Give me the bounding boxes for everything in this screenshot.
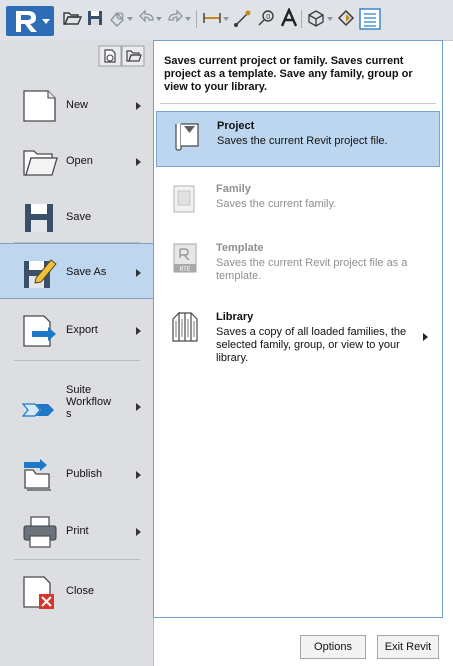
suite-workflows-label: Suite Workflow s	[66, 384, 112, 420]
new-submenu-arrow-icon	[136, 102, 141, 110]
template-title: Template	[216, 242, 264, 254]
publish-command[interactable]: Publish	[0, 446, 153, 502]
save-command[interactable]: Save	[0, 189, 153, 245]
save-as-submenu-arrow-icon	[136, 269, 141, 277]
export-label: Export	[66, 324, 98, 336]
default-3d-view-icon[interactable]	[306, 8, 334, 30]
exit-revit-button[interactable]: Exit Revit	[377, 635, 439, 659]
open-submenu-arrow-icon	[136, 158, 141, 166]
export-command[interactable]: Export	[0, 302, 153, 358]
library-description: Saves a copy of all loaded families, the…	[216, 326, 407, 364]
open-label: Open	[66, 155, 93, 167]
project-description: Saves the current Revit project file.	[217, 135, 388, 147]
measure-icon[interactable]	[202, 8, 230, 30]
library-icon	[171, 311, 199, 343]
save-as-project-option[interactable]: Project Saves the current Revit project …	[156, 111, 440, 167]
family-title: Family	[216, 183, 251, 195]
family-icon	[171, 183, 199, 215]
export-submenu-arrow-icon	[136, 327, 141, 335]
open-icon[interactable]	[62, 8, 82, 30]
family-description: Saves the current family.	[216, 198, 337, 210]
template-description: Saves the current Revit project file as …	[216, 257, 408, 282]
save-as-submenu: Saves current project or family. Saves c…	[153, 40, 443, 618]
close-document-icon	[22, 575, 58, 609]
new-label: New	[66, 99, 89, 111]
section-icon[interactable]	[336, 8, 356, 30]
open-folder-icon	[22, 145, 58, 179]
redo-icon[interactable]	[166, 8, 192, 30]
publish-submenu-arrow-icon	[136, 471, 141, 479]
library-title: Library	[216, 311, 254, 323]
print-command[interactable]: Print	[0, 503, 153, 559]
publish-icon	[22, 458, 58, 492]
save-as-family-option: Family Saves the current family.	[156, 175, 440, 231]
suite-workflows-command[interactable]: Suite Workflow s	[0, 378, 153, 438]
open-command[interactable]: Open	[0, 133, 153, 189]
close-label: Close	[66, 585, 95, 597]
revit-logo-icon	[6, 6, 54, 36]
application-menu-button[interactable]	[6, 6, 54, 36]
thin-lines-icon[interactable]	[359, 8, 381, 30]
save-as-library-option[interactable]: Library Saves a copy of all loaded famil…	[156, 303, 440, 373]
save-disk-icon	[22, 201, 58, 235]
library-submenu-arrow-icon	[423, 333, 428, 341]
project-icon	[172, 120, 200, 152]
save-as-command[interactable]: Save As	[0, 243, 153, 299]
undo-icon[interactable]	[137, 8, 163, 30]
submenu-divider	[160, 103, 436, 104]
save-as-description: Saves current project or family. Saves c…	[164, 55, 413, 93]
close-command[interactable]: Close	[0, 563, 153, 619]
template-icon: RTE	[171, 242, 199, 274]
printer-icon	[22, 515, 58, 549]
template-icon-text: RTE	[179, 266, 190, 273]
print-submenu-arrow-icon	[136, 528, 141, 536]
svg-text:0: 0	[266, 13, 270, 21]
suite-workflows-submenu-arrow-icon	[136, 403, 141, 411]
save-as-label: Save As	[66, 266, 107, 278]
options-button[interactable]: Options	[300, 635, 366, 659]
save-label: Save	[66, 211, 92, 223]
new-command[interactable]: New	[0, 77, 153, 133]
quick-access-toolbar: 0	[0, 0, 453, 41]
tag-by-category-icon[interactable]: 0	[256, 8, 276, 30]
save-as-template-option: RTE Template Saves the current Revit pro…	[156, 234, 440, 290]
publish-label: Publish	[66, 468, 103, 480]
save-icon[interactable]	[85, 8, 105, 30]
print-label: Print	[66, 525, 89, 537]
project-title: Project	[217, 120, 255, 132]
save-as-disk-pencil-icon	[22, 256, 58, 290]
text-icon[interactable]	[279, 8, 299, 30]
export-icon	[22, 314, 58, 348]
recent-open-documents-toggle[interactable]	[98, 45, 146, 67]
new-document-icon	[22, 89, 58, 123]
aligned-dimension-icon[interactable]	[233, 8, 255, 30]
sync-icon[interactable]	[108, 8, 134, 30]
suite-workflows-icon	[21, 392, 58, 426]
